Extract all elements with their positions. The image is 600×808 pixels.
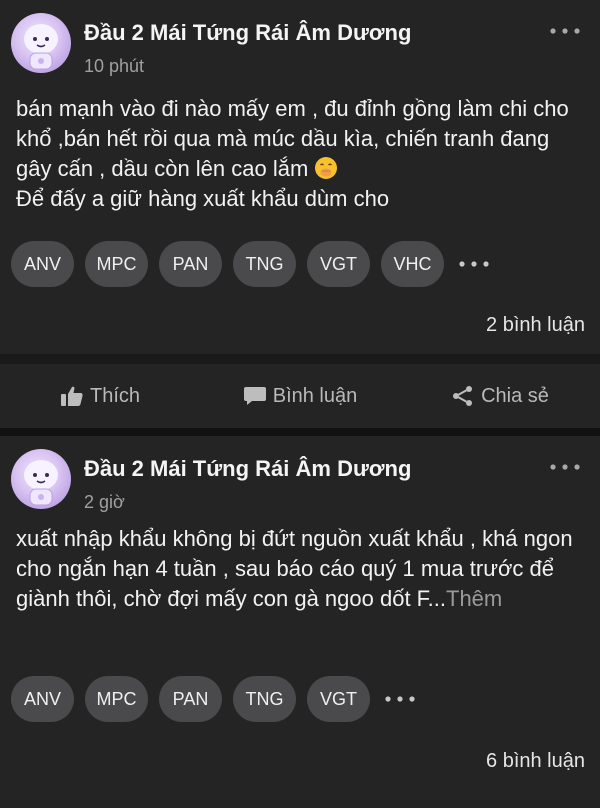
ellipsis-icon[interactable] — [548, 460, 582, 474]
stock-tags: ANV MPC PAN TNG VGT VHC — [11, 241, 491, 287]
stock-tag[interactable]: PAN — [159, 676, 222, 722]
author-name[interactable]: Đầu 2 Mái Tứng Rái Âm Dương — [84, 20, 411, 46]
post-text-line-2: Để đấy a giữ hàng xuất khẩu dùm cho — [16, 186, 390, 211]
comment-count[interactable]: 2 bình luận — [486, 314, 585, 337]
see-more-link[interactable]: Thêm — [446, 586, 502, 611]
stock-tag[interactable]: PAN — [159, 241, 222, 287]
author-name[interactable]: Đầu 2 Mái Tứng Rái Âm Dương — [84, 456, 411, 482]
post-card: Đầu 2 Mái Tứng Rái Âm Dương 2 giờ xuất n… — [0, 436, 600, 808]
speech-bubble-icon — [243, 387, 266, 405]
stock-tag[interactable]: MPC — [85, 241, 148, 287]
comment-count[interactable]: 6 bình luận — [486, 750, 585, 773]
stock-tag[interactable]: VHC — [381, 241, 444, 287]
post-header: Đầu 2 Mái Tứng Rái Âm Dương 10 phút — [0, 0, 600, 90]
stock-tag[interactable]: TNG — [233, 676, 296, 722]
avatar[interactable] — [11, 13, 71, 73]
face-with-hand-over-mouth-emoji — [315, 157, 338, 179]
post-separator — [0, 428, 600, 436]
post-content: xuất nhập khẩu không bị đứt nguồn xuất k… — [16, 524, 582, 614]
more-tags-icon[interactable] — [457, 257, 491, 271]
stock-tag[interactable]: VGT — [307, 676, 370, 722]
post-time: 10 phút — [84, 56, 145, 76]
share-button[interactable]: Chia sẻ — [400, 385, 600, 408]
action-bar: Thích Bình luận Chia sẻ — [0, 364, 600, 428]
like-label: Thích — [89, 384, 141, 407]
comment-button[interactable]: Bình luận — [200, 385, 400, 408]
stock-tags: ANV MPC PAN TNG VGT — [11, 676, 417, 722]
post-content: bán mạnh vào đi nào mấy em , đu đỉnh gồn… — [16, 94, 582, 214]
stock-tag[interactable]: ANV — [11, 241, 74, 287]
post-header: Đầu 2 Mái Tứng Rái Âm Dương 2 giờ — [0, 436, 600, 526]
like-button[interactable]: Thích — [0, 385, 200, 408]
stock-tag[interactable]: MPC — [85, 676, 148, 722]
stock-tag[interactable]: TNG — [233, 241, 296, 287]
more-tags-icon[interactable] — [383, 692, 417, 706]
post-card: Đầu 2 Mái Tứng Rái Âm Dương 10 phút bán … — [0, 0, 600, 428]
avatar[interactable] — [11, 449, 71, 509]
post-time: 2 giờ — [84, 492, 125, 512]
comment-label: Bình luận — [272, 384, 358, 407]
post-text: bán mạnh vào đi nào mấy em , đu đỉnh gồn… — [16, 96, 569, 181]
stock-tag[interactable]: VGT — [307, 241, 370, 287]
thumbs-up-icon — [60, 386, 83, 406]
share-icon — [453, 386, 473, 406]
divider — [0, 354, 600, 364]
ellipsis-icon[interactable] — [548, 24, 582, 38]
stock-tag[interactable]: ANV — [11, 676, 74, 722]
share-label: Chia sẻ — [481, 384, 549, 407]
